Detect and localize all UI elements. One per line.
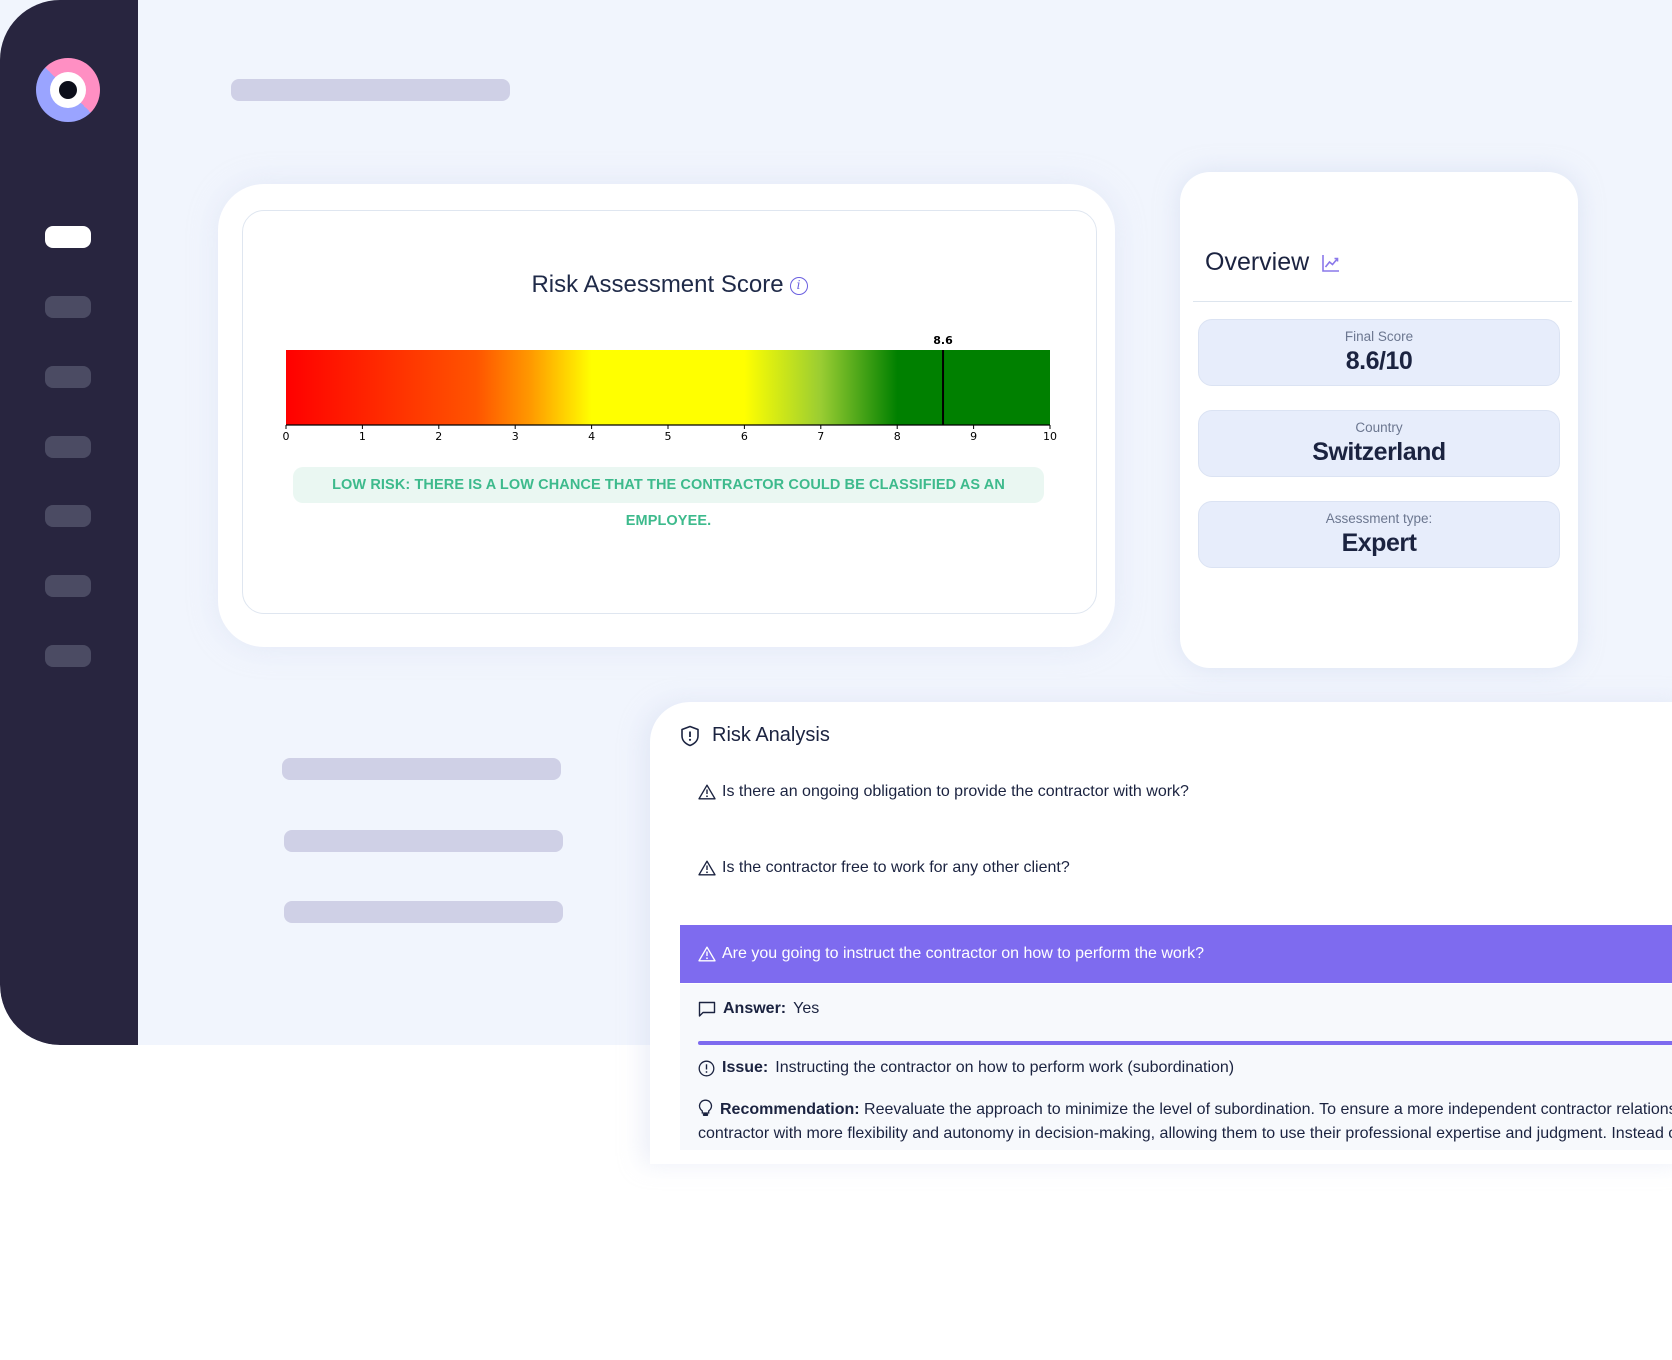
x-tick-label: 2 xyxy=(435,430,442,443)
question-item[interactable]: Is there an ongoing obligation to provid… xyxy=(680,763,1672,821)
score-card: Risk Assessment Score i 0 1 2 3 4 5 6 7 8 9 10 8.6 L… xyxy=(218,184,1115,647)
nav-item-5[interactable] xyxy=(45,505,91,527)
stat-label: Assessment type: xyxy=(1325,511,1433,526)
answer-row: Answer: Yes xyxy=(698,1000,819,1018)
x-tick-label: 6 xyxy=(741,430,748,443)
answer-label: Answer: xyxy=(723,1000,787,1017)
score-title: Risk Assessment Score i xyxy=(243,271,1096,299)
issue-row: Issue: Instructing the contractor on how… xyxy=(698,1059,1234,1077)
question-text: Is there an ongoing obligation to provid… xyxy=(722,783,1189,800)
nav-item-4[interactable] xyxy=(45,436,91,458)
header-title-placeholder xyxy=(231,79,510,101)
list-placeholder-2 xyxy=(284,830,563,852)
x-tick-label: 9 xyxy=(970,430,977,443)
score-title-text: Risk Assessment Score xyxy=(531,271,784,298)
overview-card: Overview Final Score 8.6/10 Country Swit… xyxy=(1180,172,1578,668)
question-item-selected[interactable]: Are you going to instruct the contractor… xyxy=(680,925,1672,983)
overview-divider xyxy=(1193,301,1572,302)
shield-alert-icon xyxy=(681,725,699,746)
issue-value: Instructing the contractor on how to per… xyxy=(775,1059,1235,1076)
recommendation-text: Recommendation: Reevaluate the approach … xyxy=(698,1098,1672,1146)
trend-chart-icon xyxy=(1322,255,1340,272)
question-text: Are you going to instruct the contractor… xyxy=(722,945,1205,962)
warning-icon xyxy=(698,784,716,800)
x-tick-label: 3 xyxy=(512,430,519,443)
recommendation-line-2: contractor with more flexibility and aut… xyxy=(698,1125,1672,1142)
x-tick-label: 5 xyxy=(665,430,672,443)
stat-value: Expert xyxy=(1341,529,1417,557)
nav-item-7[interactable] xyxy=(45,645,91,667)
eye-logo-icon[interactable] xyxy=(36,58,100,122)
overview-title: Overview xyxy=(1205,248,1340,277)
nav-item-3[interactable] xyxy=(45,366,91,388)
x-tick-label: 7 xyxy=(817,430,824,443)
recommendation-value-1: Reevaluate the approach to minimize the … xyxy=(864,1101,1672,1118)
nav-item-2[interactable] xyxy=(45,296,91,318)
x-tick-label: 0 xyxy=(283,430,290,443)
x-tick-label: 8 xyxy=(894,430,901,443)
lightbulb-icon xyxy=(698,1099,713,1116)
question-item[interactable]: Is the contractor free to work for any o… xyxy=(680,839,1672,897)
comment-icon xyxy=(698,1001,716,1017)
sidebar xyxy=(0,0,138,1045)
nav-item-6[interactable] xyxy=(45,575,91,597)
recommendation-label: Recommendation: xyxy=(720,1101,860,1118)
info-icon[interactable]: i xyxy=(789,277,808,295)
overview-title-text: Overview xyxy=(1205,248,1310,276)
risk-level-banner: LOW RISK: THERE IS A LOW CHANCE THAT THE… xyxy=(293,467,1044,529)
stat-value: Switzerland xyxy=(1312,438,1446,466)
final-score-stat: Final Score 8.6/10 xyxy=(1198,319,1560,386)
country-stat: Country Switzerland xyxy=(1198,410,1560,477)
nav-item-1[interactable] xyxy=(45,226,91,248)
logo-pupil xyxy=(59,81,77,99)
x-tick-label: 10 xyxy=(1043,430,1057,443)
alert-circle-icon xyxy=(698,1060,715,1076)
recommendation-line-1: Recommendation: Reevaluate the approach … xyxy=(698,1098,1672,1122)
question-text: Is the contractor free to work for any o… xyxy=(722,859,1070,876)
stat-label: Final Score xyxy=(1344,329,1414,344)
list-placeholder-1 xyxy=(282,758,561,780)
risk-score-gauge: 0 1 2 3 4 5 6 7 8 9 10 8.6 xyxy=(283,334,1058,443)
warning-icon xyxy=(698,946,716,962)
stat-label: Country xyxy=(1355,420,1403,435)
x-tick-label: 1 xyxy=(359,430,366,443)
risk-analysis-panel: Risk Analysis Is there an ongoing obliga… xyxy=(650,702,1672,1164)
assessment-type-stat: Assessment type: Expert xyxy=(1198,501,1560,568)
score-card-inner: Risk Assessment Score i 0 1 2 3 4 5 6 7 8 9 10 8.6 L… xyxy=(242,210,1097,614)
warning-icon xyxy=(698,860,716,876)
issue-label: Issue: xyxy=(722,1059,769,1076)
gauge-bar xyxy=(286,350,1050,425)
stat-value: 8.6/10 xyxy=(1345,347,1413,375)
x-tick-label: 4 xyxy=(588,430,595,443)
score-marker-label: 8.6 xyxy=(933,334,953,347)
answer-divider xyxy=(698,1041,1672,1045)
question-detail-panel: Answer: Yes Issue: Instructing the contr… xyxy=(680,984,1672,1150)
list-placeholder-3 xyxy=(284,901,563,923)
risk-analysis-header: Risk Analysis xyxy=(680,724,830,747)
risk-analysis-title: Risk Analysis xyxy=(712,724,830,746)
answer-value: Yes xyxy=(793,1000,820,1017)
